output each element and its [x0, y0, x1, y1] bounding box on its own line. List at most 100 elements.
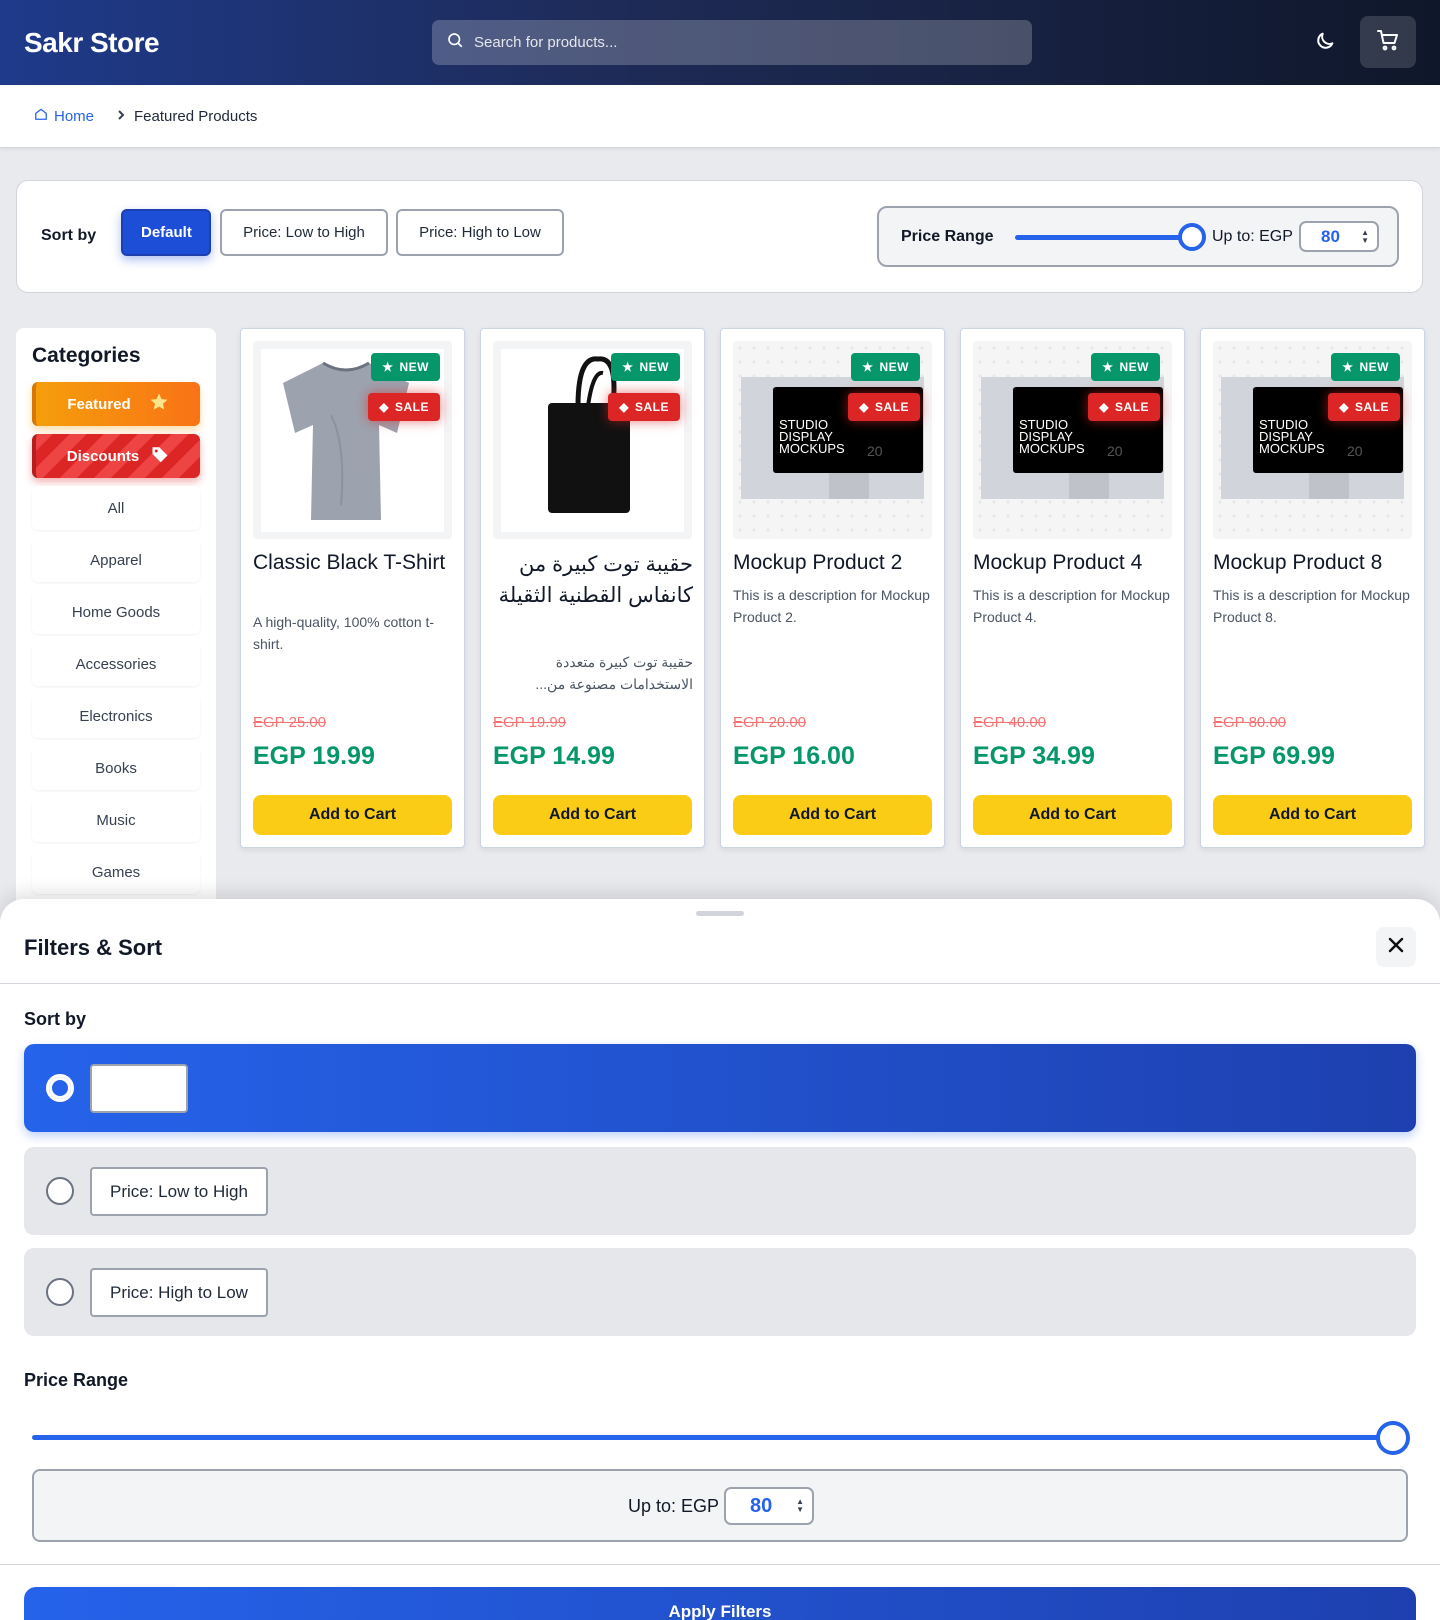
- sheet-title: Filters & Sort: [24, 935, 163, 960]
- filters-sort-sheet: Filters & Sort Sort by Price: Low to Hig…: [0, 899, 1440, 1620]
- add-to-cart-button[interactable]: Add to Cart: [493, 795, 692, 835]
- apply-filters-button[interactable]: Apply Filters: [24, 1587, 1416, 1620]
- product-title[interactable]: حقيبة توت كبيرة من كانفاس القطنية الثقيل…: [493, 549, 693, 611]
- categories-sidebar: Categories Featured Discounts All Appare…: [16, 328, 216, 908]
- product-old-price: EGP 19.99: [493, 714, 567, 731]
- add-to-cart-button[interactable]: Add to Cart: [733, 795, 932, 835]
- star-icon: ★: [622, 360, 634, 374]
- sort-option-default[interactable]: [24, 1044, 1416, 1132]
- category-accessories[interactable]: Accessories: [32, 642, 200, 686]
- product-description: This is a description for Mockup Product…: [733, 587, 930, 625]
- product-price: EGP 19.99: [253, 742, 375, 770]
- category-music[interactable]: Music: [32, 798, 200, 842]
- category-discounts[interactable]: Discounts: [32, 434, 200, 478]
- product-image[interactable]: ★ NEW ◆ SALE: [253, 341, 452, 539]
- sale-badge: ◆ SALE: [608, 393, 680, 421]
- product-old-price: EGP 80.00: [1213, 714, 1287, 731]
- sort-option-button[interactable]: Price: Low to High: [90, 1167, 268, 1216]
- product-title[interactable]: Mockup Product 8: [1213, 549, 1413, 577]
- product-price: EGP 34.99: [973, 742, 1095, 770]
- category-home-goods[interactable]: Home Goods: [32, 590, 200, 634]
- close-icon: [1388, 937, 1404, 958]
- category-featured[interactable]: Featured: [32, 382, 200, 426]
- sort-default-button[interactable]: Default: [121, 209, 211, 256]
- product-card[interactable]: STUDIO DISPLAY MOCKUPS 20 ★ NEW ◆ SALE Moc…: [960, 328, 1185, 848]
- add-to-cart-button[interactable]: Add to Cart: [1213, 795, 1412, 835]
- sort-low-high-button[interactable]: Price: Low to High: [220, 209, 388, 256]
- new-badge: ★ NEW: [1091, 353, 1160, 381]
- product-card[interactable]: STUDIO DISPLAY MOCKUPS 20 ★ NEW ◆ SALE Moc…: [1200, 328, 1425, 848]
- sort-option-button[interactable]: Price: High to Low: [90, 1268, 268, 1317]
- category-featured-label: Featured: [67, 395, 131, 413]
- spinner-icon[interactable]: ▲ ▼: [1361, 228, 1369, 245]
- cart-button[interactable]: [1360, 16, 1416, 68]
- breadcrumb-home-link[interactable]: Home: [34, 107, 94, 125]
- sale-badge: ◆ SALE: [368, 393, 440, 421]
- sort-label: Sort by: [41, 227, 97, 244]
- product-image[interactable]: ★ NEW ◆ SALE: [493, 341, 692, 539]
- diamond-icon: ◆: [619, 400, 629, 414]
- product-title[interactable]: Mockup Product 2: [733, 549, 933, 577]
- store-logo[interactable]: Sakr Store: [24, 27, 160, 59]
- category-books[interactable]: Books: [32, 746, 200, 790]
- category-games[interactable]: Games: [32, 850, 200, 894]
- new-badge-label: NEW: [1359, 360, 1389, 374]
- close-sheet-button[interactable]: [1376, 927, 1416, 967]
- sheet-price-slider-track[interactable]: [32, 1435, 1392, 1440]
- product-title[interactable]: Classic Black T-Shirt: [253, 549, 453, 577]
- product-title[interactable]: Mockup Product 4: [973, 549, 1173, 577]
- sheet-price-range-label: Price Range: [24, 1370, 129, 1390]
- search-input[interactable]: [474, 34, 1014, 51]
- star-icon: ★: [382, 360, 394, 374]
- sheet-max-price-input[interactable]: 80 ▲ ▼: [724, 1487, 814, 1525]
- sheet-drag-handle[interactable]: [696, 911, 744, 916]
- new-badge: ★ NEW: [851, 353, 920, 381]
- radio-button[interactable]: [46, 1278, 74, 1306]
- radio-button[interactable]: [46, 1074, 74, 1102]
- price-slider-track[interactable]: [1015, 235, 1181, 240]
- sort-high-low-button[interactable]: Price: High to Low: [396, 209, 564, 256]
- product-card[interactable]: STUDIO DISPLAY MOCKUPS 20 ★ NEW ◆ SALE Moc…: [720, 328, 945, 848]
- cart-icon: [1376, 28, 1400, 57]
- categories-title: Categories: [32, 344, 141, 367]
- header: Sakr Store: [0, 0, 1440, 85]
- breadcrumb-current: Featured Products: [134, 107, 258, 125]
- sort-option-high-low[interactable]: Price: High to Low: [24, 1248, 1416, 1336]
- product-description: A high-quality, 100% cotton t-shirt.: [253, 614, 435, 652]
- product-image[interactable]: STUDIO DISPLAY MOCKUPS 20 ★ NEW ◆ SALE: [973, 341, 1172, 539]
- product-card[interactable]: ★ NEW ◆ SALE حقيبة توت كبيرة من كانفاس الق…: [480, 328, 705, 848]
- breadcrumb-home-label: Home: [54, 107, 95, 125]
- sheet-price-range-box: Up to: EGP 80 ▲ ▼: [32, 1469, 1408, 1542]
- mockup-number: 20: [867, 443, 883, 459]
- tag-icon: [151, 445, 169, 467]
- chevron-right-icon: [116, 108, 126, 125]
- sheet-divider: [0, 983, 1440, 984]
- add-to-cart-button[interactable]: Add to Cart: [973, 795, 1172, 835]
- add-to-cart-button[interactable]: Add to Cart: [253, 795, 452, 835]
- category-all[interactable]: All: [32, 486, 200, 530]
- price-slider-thumb[interactable]: [1178, 223, 1206, 251]
- up-to-label: Up to: EGP: [1212, 228, 1293, 245]
- sale-badge-label: SALE: [1114, 400, 1149, 414]
- category-electronics[interactable]: Electronics: [32, 694, 200, 738]
- max-price-input[interactable]: 80 ▲ ▼: [1299, 221, 1379, 252]
- new-badge-label: NEW: [399, 360, 429, 374]
- diamond-icon: ◆: [859, 400, 869, 414]
- radio-button[interactable]: [46, 1177, 74, 1205]
- sale-badge: ◆ SALE: [1328, 393, 1400, 421]
- search-icon: [446, 31, 464, 54]
- product-card[interactable]: ★ NEW ◆ SALE Classic Black T-Shirt A high-…: [240, 328, 465, 848]
- home-icon: [34, 107, 48, 125]
- sheet-price-slider-thumb[interactable]: [1376, 1421, 1410, 1455]
- theme-toggle-button[interactable]: [1308, 26, 1342, 60]
- product-image[interactable]: STUDIO DISPLAY MOCKUPS 20 ★ NEW ◆ SALE: [733, 341, 932, 539]
- sort-filter-toolbar: Sort by Default Price: Low to High Price…: [16, 180, 1423, 293]
- spinner-icon[interactable]: ▲ ▼: [796, 1498, 804, 1514]
- sort-option-button[interactable]: [90, 1064, 188, 1113]
- sort-option-low-high[interactable]: Price: Low to High: [24, 1147, 1416, 1235]
- sheet-footer-divider: [0, 1564, 1440, 1565]
- product-image[interactable]: STUDIO DISPLAY MOCKUPS 20 ★ NEW ◆ SALE: [1213, 341, 1412, 539]
- category-apparel[interactable]: Apparel: [32, 538, 200, 582]
- search-bar[interactable]: [432, 20, 1032, 65]
- sale-badge-label: SALE: [874, 400, 909, 414]
